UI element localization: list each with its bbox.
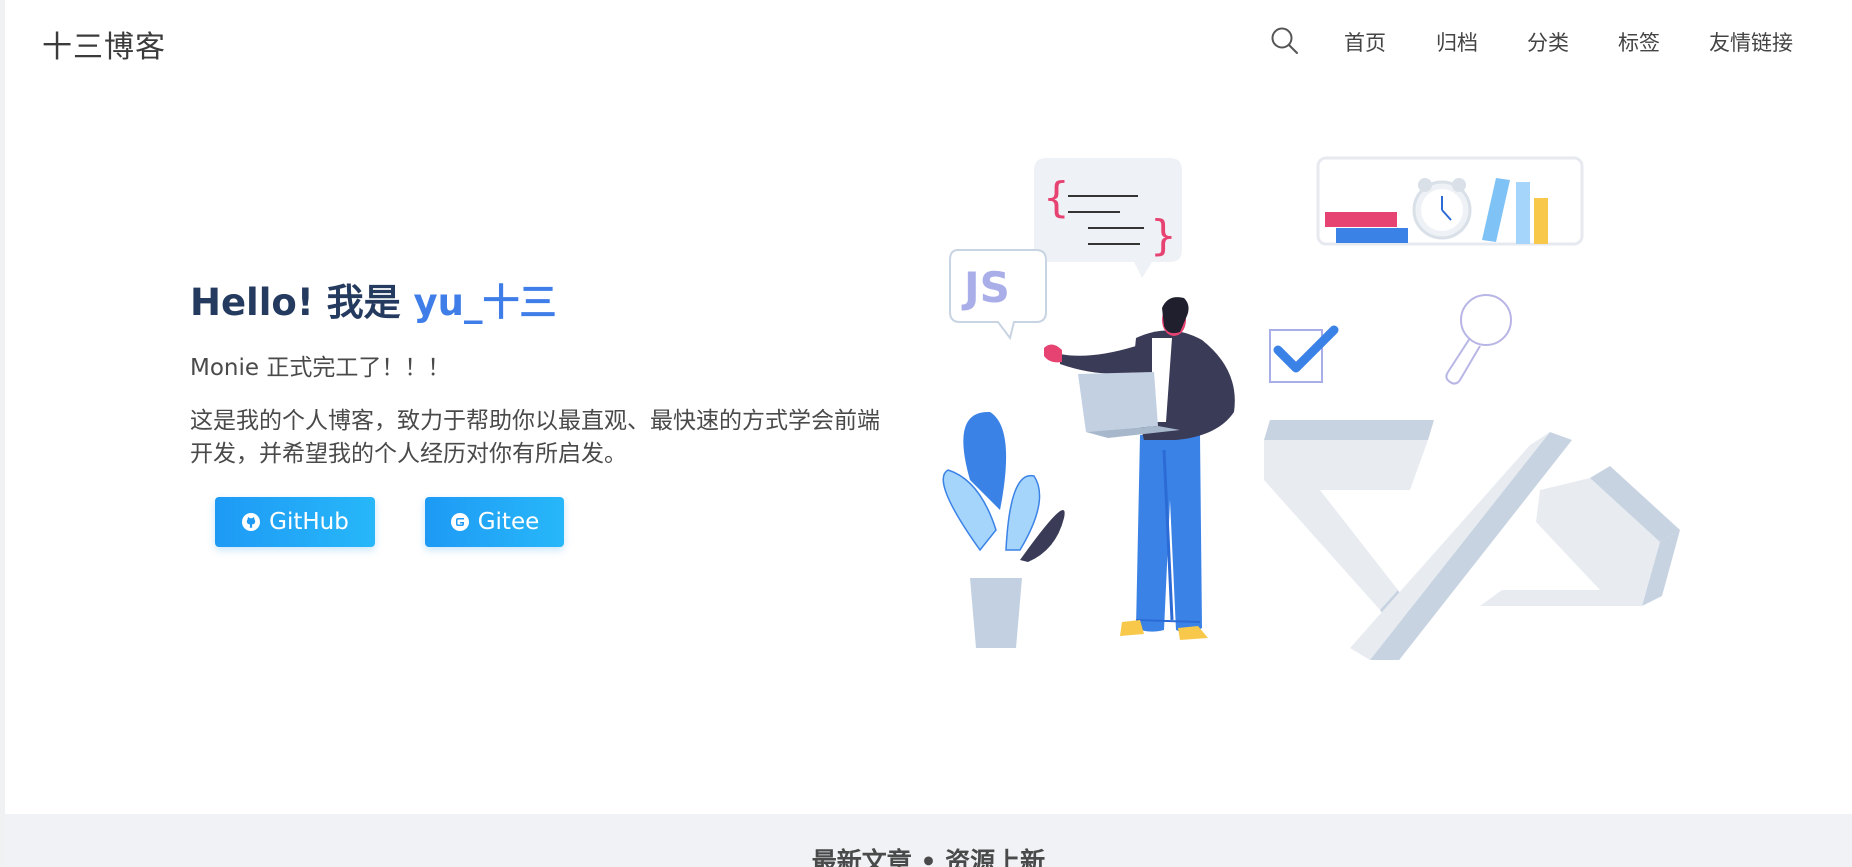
github-label: GitHub <box>269 509 349 535</box>
hero-name: yu_十三 <box>413 281 557 324</box>
github-button[interactable]: GitHub <box>215 497 375 547</box>
site-header: 十三博客 首页 归档 分类 标签 友情链接 <box>5 0 1852 84</box>
site-brand[interactable]: 十三博客 <box>42 22 166 66</box>
checkbox-graphic <box>1269 325 1339 383</box>
gitee-button[interactable]: Gitee <box>425 497 564 547</box>
js-bubble-graphic: JS <box>949 249 1047 341</box>
developer-figure-graphic <box>1044 297 1235 640</box>
shelf-graphic <box>1316 156 1584 246</box>
page-left-border <box>0 0 5 867</box>
nav-friend-links[interactable]: 友情链接 <box>1709 27 1793 57</box>
latest-section: 最新文章 • 资源上新 <box>5 814 1852 867</box>
nav-tags[interactable]: 标签 <box>1618 27 1660 57</box>
latest-section-title: 最新文章 • 资源上新 <box>811 847 1046 867</box>
svg-text:JS: JS <box>961 263 1010 312</box>
search-icon[interactable] <box>1268 24 1302 58</box>
magnifier-graphic <box>1445 294 1512 385</box>
nav-categories[interactable]: 分类 <box>1527 27 1569 57</box>
svg-text:{: { <box>1043 173 1070 222</box>
svg-text:}: } <box>1150 211 1177 260</box>
gitee-icon <box>450 513 469 531</box>
nav-home[interactable]: 首页 <box>1344 27 1386 57</box>
plant-graphic <box>942 411 1065 648</box>
code-bubble-graphic: { } <box>1034 158 1182 278</box>
hero-description: 这是我的个人博客，致力于帮助你以最直观、最快速的方式学会前端开发，并希望我的个人… <box>190 408 880 467</box>
nav-archive[interactable]: 归档 <box>1436 27 1478 57</box>
hero-greeting: Hello! 我是 <box>190 281 414 324</box>
hero-subtitle: Monie 正式完工了！！！ <box>190 355 451 381</box>
code-brackets-graphic <box>1264 420 1680 660</box>
github-icon <box>242 513 261 531</box>
developer-illustration: { } JS <box>942 156 1680 660</box>
hero-title: Hello! 我是 yu_十三 <box>190 272 556 326</box>
gitee-label: Gitee <box>477 509 540 535</box>
